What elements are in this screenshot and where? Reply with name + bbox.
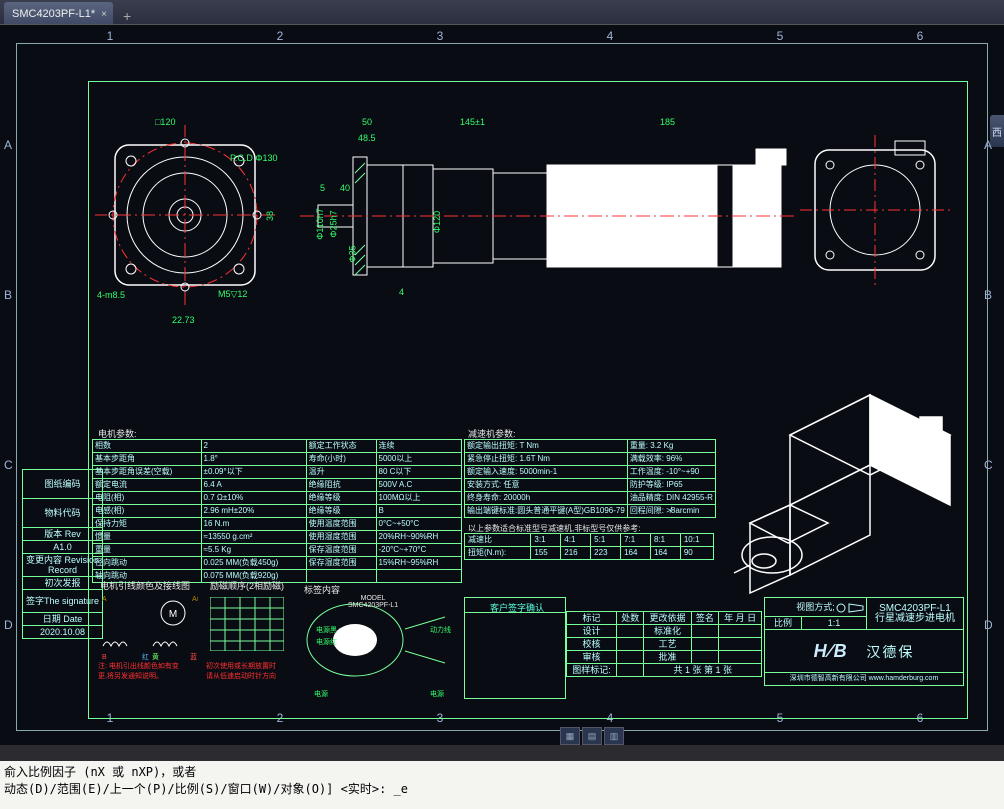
title-block: 视图方式; SMC4203PF-L1行星减速步进电机 比例1:1 H⁄B 汉德保… bbox=[764, 597, 964, 686]
iso-view bbox=[720, 365, 970, 615]
dim-145: 145±1 bbox=[460, 117, 485, 127]
side-view bbox=[300, 125, 800, 325]
drawing-viewport[interactable]: 西 12 34 56 12 34 56 AB CD AB CD □120 P.C… bbox=[0, 25, 1004, 745]
svg-text:蓝: 蓝 bbox=[190, 652, 197, 661]
signature-box bbox=[464, 597, 566, 699]
dim-485: 48.5 bbox=[358, 133, 376, 143]
svg-text:A: A bbox=[102, 596, 107, 603]
dim-185: 185 bbox=[660, 117, 675, 127]
dim-50: 50 bbox=[362, 117, 372, 127]
dim-phi120: Φ120 bbox=[432, 211, 442, 233]
wiring-diagram: M A A/ B 红 黄 蓝 bbox=[98, 591, 198, 661]
svg-text:红: 红 bbox=[142, 652, 149, 661]
dim-pcd: P.C.D Φ130 bbox=[230, 153, 278, 163]
dim-2273: 22.73 bbox=[172, 315, 195, 325]
gear-ratio-grid: 减速比3:14:15:17:18:110:1扭矩(N.m):1552162231… bbox=[464, 533, 714, 560]
tab-bar: SMC4203PF-L1* × + bbox=[0, 0, 1004, 25]
snap-icon[interactable]: ▤ bbox=[582, 727, 602, 745]
approvals-table: 标记处数更改依据签名年 月 日设计标准化校核工艺审核批准图样标记:共 1 张 第… bbox=[566, 611, 762, 677]
dim-4: 4 bbox=[399, 287, 404, 297]
ruler-top: 12 34 56 bbox=[0, 29, 1004, 43]
dim-phi25: Φ25h7 bbox=[329, 210, 339, 237]
svg-text:A/: A/ bbox=[192, 596, 198, 603]
rear-view bbox=[800, 135, 950, 295]
tab-title: SMC4203PF-L1* bbox=[12, 8, 95, 20]
statusbar-icons: ▦ ▤ ▥ bbox=[560, 727, 624, 745]
note-foot2: 初次使用或长期放置时 请从低速启动时针方向 bbox=[206, 661, 276, 681]
gear-params-table: 额定输出扭矩: T Nm重量: 3.2 Kg紧急停止扭矩: 1.6T Nm满载效… bbox=[464, 439, 716, 518]
ortho-icon[interactable]: ▥ bbox=[604, 727, 624, 745]
grid-icon[interactable]: ▦ bbox=[560, 727, 580, 745]
svg-text:B: B bbox=[102, 654, 107, 661]
svg-text:黄: 黄 bbox=[152, 652, 159, 661]
label-model: MODEL SMC4203PF-L1 bbox=[348, 595, 398, 609]
note-seq: 励磁顺序(2相励磁) bbox=[210, 579, 284, 592]
dim-40: 40 bbox=[340, 183, 350, 193]
note-foot1: 注: 电机引出线颜色如有变 更,将另发通知说明。 bbox=[98, 661, 179, 681]
dim-bolt: 4-m8.5 bbox=[97, 290, 125, 300]
command-line[interactable]: 俞入比例因子 (nX 或 nXP)，或者 动态(D)/范围(E)/上一个(P)/… bbox=[0, 761, 1004, 809]
revision-block: 图纸编码 物料代码 版本 Rev A1.0 变更内容 Revision Reco… bbox=[22, 469, 103, 639]
motor-params-table: 相数2额定工作状态连续基本步距角1.8°寿命(小时)5000以上基本步距角误差(… bbox=[92, 439, 462, 583]
dim-38: 38 bbox=[265, 211, 275, 221]
tab-add-icon[interactable]: + bbox=[119, 8, 135, 24]
dim-tap: M5▽12 bbox=[218, 289, 247, 300]
dim-phi35: Φ35 bbox=[348, 245, 358, 262]
document-tab[interactable]: SMC4203PF-L1* × bbox=[4, 2, 113, 24]
svg-text:M: M bbox=[169, 609, 177, 620]
tab-close-icon[interactable]: × bbox=[101, 9, 107, 20]
dim-phi110: Φ110h7 bbox=[315, 208, 325, 240]
dim-5: 5 bbox=[320, 183, 325, 193]
sequence-table-icon bbox=[210, 597, 284, 651]
dim-frame: □120 bbox=[155, 117, 175, 127]
